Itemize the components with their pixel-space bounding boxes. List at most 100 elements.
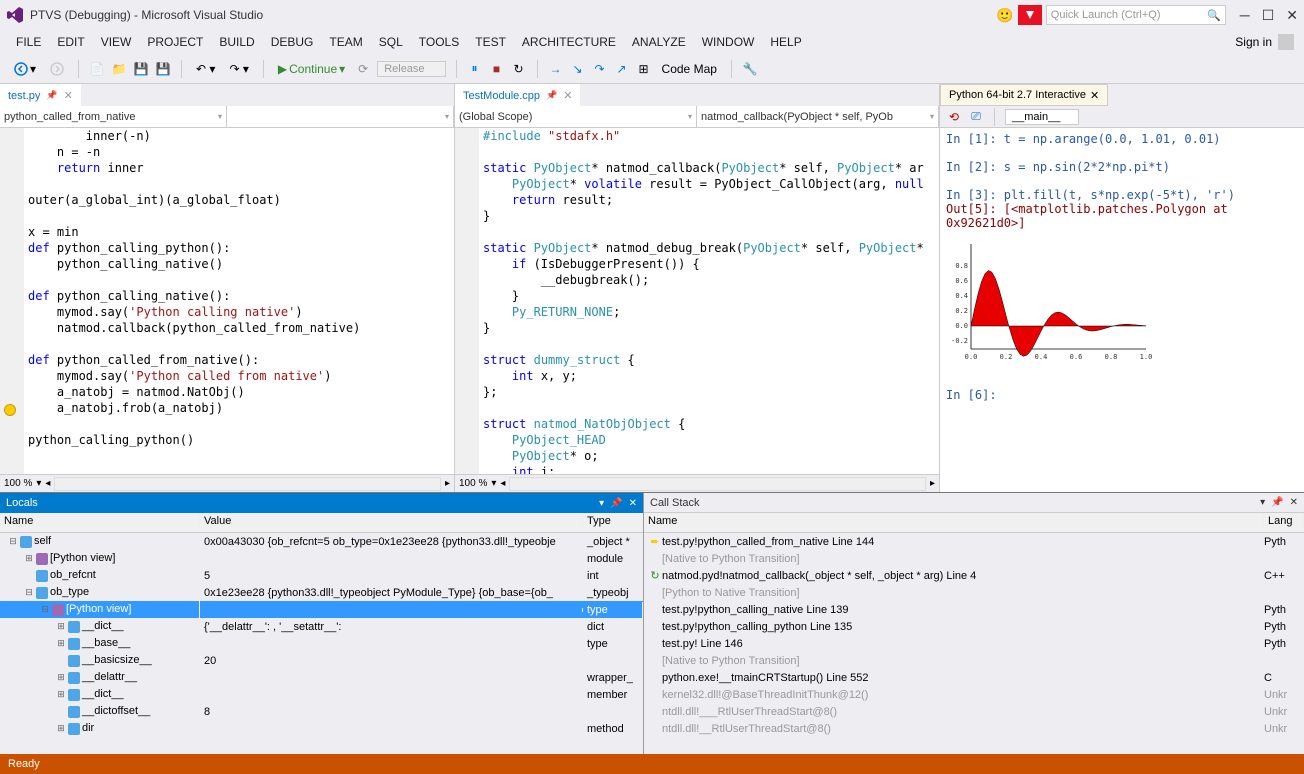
open-icon[interactable]: 📁: [111, 61, 127, 77]
sign-in-link[interactable]: Sign in: [1235, 35, 1272, 49]
menu-team[interactable]: TEAM: [323, 33, 368, 51]
function-dropdown[interactable]: natmod_callback(PyObject * self, PyOb: [697, 106, 939, 127]
module-dropdown[interactable]: __main__: [1005, 109, 1079, 125]
codemap-button[interactable]: Code Map: [658, 60, 721, 78]
save-all-icon[interactable]: 💾: [155, 61, 171, 77]
locals-row[interactable]: ⊞__delattr__wrapper_: [0, 669, 643, 686]
user-icon[interactable]: [1278, 34, 1294, 50]
col-value[interactable]: Value: [200, 513, 583, 532]
locals-header[interactable]: Locals▾📌✕: [0, 493, 643, 513]
scroll-left[interactable]: ◂: [500, 478, 505, 489]
menu-sql[interactable]: SQL: [373, 33, 409, 51]
zoom-level[interactable]: 100 %: [459, 478, 487, 489]
member-dropdown[interactable]: python_called_from_native: [0, 106, 227, 127]
callstack-row[interactable]: test.py!python_calling_native Line 139Py…: [644, 601, 1304, 618]
locals-row[interactable]: ⊟self0x00a43030 {ob_refcnt=5 ob_type=0x1…: [0, 533, 643, 550]
pin-icon[interactable]: 📌: [610, 498, 622, 509]
dropdown-icon[interactable]: ▾: [1260, 497, 1265, 508]
menu-file[interactable]: FILE: [10, 33, 47, 51]
step-next-icon[interactable]: →: [548, 61, 564, 77]
tab-interactive[interactable]: Python 64-bit 2.7 Interactive✕: [940, 84, 1108, 106]
col-type[interactable]: Type: [583, 513, 643, 532]
locals-row[interactable]: ⊟ob_type0x1e23ee28 {python33.dll!_typeob…: [0, 584, 643, 601]
undo-button[interactable]: ↶ ▾: [192, 60, 219, 78]
locals-row[interactable]: ⊞[Python view]module: [0, 550, 643, 567]
maximize-button[interactable]: ☐: [1262, 7, 1275, 24]
callstack-row[interactable]: [Native to Python Transition]: [644, 652, 1304, 669]
pin-icon[interactable]: 📌: [546, 90, 557, 101]
h-scrollbar[interactable]: [54, 477, 441, 491]
tab-close-icon[interactable]: ✕: [64, 89, 73, 102]
step-over-icon[interactable]: ↷: [592, 61, 608, 77]
locals-row[interactable]: __dictoffset__8: [0, 703, 643, 720]
hierarchy-icon[interactable]: ⊞: [636, 61, 652, 77]
continue-button[interactable]: ▶ Continue ▾: [274, 60, 349, 78]
nav-fwd-button[interactable]: [46, 60, 68, 78]
menu-test[interactable]: TEST: [469, 33, 512, 51]
col-name[interactable]: Name: [0, 513, 200, 532]
menu-build[interactable]: BUILD: [213, 33, 260, 51]
menu-view[interactable]: VIEW: [95, 33, 138, 51]
close-button[interactable]: ✕: [1286, 7, 1298, 24]
callstack-row[interactable]: kernel32.dll!@BaseThreadInitThunk@12()Un…: [644, 686, 1304, 703]
feedback-icon[interactable]: 🙂: [996, 7, 1013, 24]
repl-reset-icon[interactable]: ⟲: [946, 109, 962, 125]
scroll-left[interactable]: ◂: [45, 478, 50, 489]
close-icon[interactable]: ✕: [629, 498, 637, 509]
menu-tools[interactable]: TOOLS: [413, 33, 465, 51]
menu-edit[interactable]: EDIT: [51, 33, 90, 51]
restart-icon[interactable]: ↻: [511, 61, 527, 77]
h-scrollbar[interactable]: [509, 477, 926, 491]
menu-analyze[interactable]: ANALYZE: [626, 33, 692, 51]
minimize-button[interactable]: ─: [1240, 7, 1250, 24]
scroll-right[interactable]: ▸: [930, 478, 935, 489]
repl-clear-icon[interactable]: ⎚: [968, 109, 984, 125]
callstack-row[interactable]: ntdll.dll!___RtlUserThreadStart@8()Unkr: [644, 703, 1304, 720]
callstack-row[interactable]: python.exe!__tmainCRTStartup() Line 552C: [644, 669, 1304, 686]
pin-icon[interactable]: 📌: [1271, 497, 1283, 508]
tab-close-icon[interactable]: ✕: [563, 89, 572, 102]
editor-mid[interactable]: #include "stdafx.h" static PyObject* nat…: [455, 128, 939, 474]
menu-architecture[interactable]: ARCHITECTURE: [516, 33, 622, 51]
callstack-row[interactable]: ↻natmod.pyd!natmod_callback(_object * se…: [644, 567, 1304, 584]
step-out-icon[interactable]: ↗: [614, 61, 630, 77]
redo-button[interactable]: ↷ ▾: [225, 60, 252, 78]
tab-test-py[interactable]: test.py📌✕: [0, 84, 81, 106]
tab-close-icon[interactable]: ✕: [1090, 89, 1099, 102]
pin-icon[interactable]: 📌: [46, 90, 57, 101]
callstack-row[interactable]: test.py!python_calling_python Line 135Py…: [644, 618, 1304, 635]
repl-output[interactable]: In [1]: t = np.arange(0.0, 1.01, 0.01) I…: [940, 128, 1304, 492]
step-into-icon[interactable]: ↘: [570, 61, 586, 77]
member-dropdown-2[interactable]: [227, 106, 454, 127]
locals-row[interactable]: ⊞dirmethod: [0, 720, 643, 737]
scope-dropdown[interactable]: (Global Scope): [455, 106, 697, 127]
locals-row[interactable]: __basicsize__20: [0, 652, 643, 669]
scroll-right[interactable]: ▸: [445, 478, 450, 489]
menu-window[interactable]: WINDOW: [696, 33, 761, 51]
notifications-icon[interactable]: [1018, 5, 1042, 25]
nav-back-button[interactable]: ▾: [10, 60, 40, 78]
pause-icon[interactable]: ⏸: [467, 61, 483, 77]
callstack-row[interactable]: test.py! Line 146Pyth: [644, 635, 1304, 652]
callstack-row[interactable]: ➨test.py!python_called_from_native Line …: [644, 533, 1304, 550]
locals-row[interactable]: ⊞__dict__{'__delattr__': , '__setattr__'…: [0, 618, 643, 635]
zoom-level[interactable]: 100 %: [4, 478, 32, 489]
tab-testmodule-cpp[interactable]: TestModule.cpp📌✕: [455, 84, 580, 106]
new-project-icon[interactable]: 📄: [89, 61, 105, 77]
stop-icon[interactable]: ■: [489, 61, 505, 77]
quick-launch-input[interactable]: Quick Launch (Ctrl+Q)🔍: [1046, 5, 1226, 25]
close-icon[interactable]: ✕: [1290, 497, 1298, 508]
save-icon[interactable]: 💾: [133, 61, 149, 77]
locals-row[interactable]: ⊞__dict__member: [0, 686, 643, 703]
callstack-row[interactable]: [Python to Native Transition]: [644, 584, 1304, 601]
config-dropdown[interactable]: Release: [377, 61, 445, 77]
editor-left[interactable]: inner(-n) n = -n return inner outer(a_gl…: [0, 128, 454, 474]
callstack-row[interactable]: [Native to Python Transition]: [644, 550, 1304, 567]
menu-project[interactable]: PROJECT: [141, 33, 209, 51]
callstack-header[interactable]: Call Stack▾📌✕: [644, 493, 1304, 513]
wrench-icon[interactable]: 🔧: [742, 61, 758, 77]
callstack-row[interactable]: ntdll.dll!__RtlUserThreadStart@8()Unkr: [644, 720, 1304, 737]
dropdown-icon[interactable]: ▾: [599, 498, 604, 509]
menu-debug[interactable]: DEBUG: [265, 33, 320, 51]
locals-row[interactable]: ⊞__base__type: [0, 635, 643, 652]
